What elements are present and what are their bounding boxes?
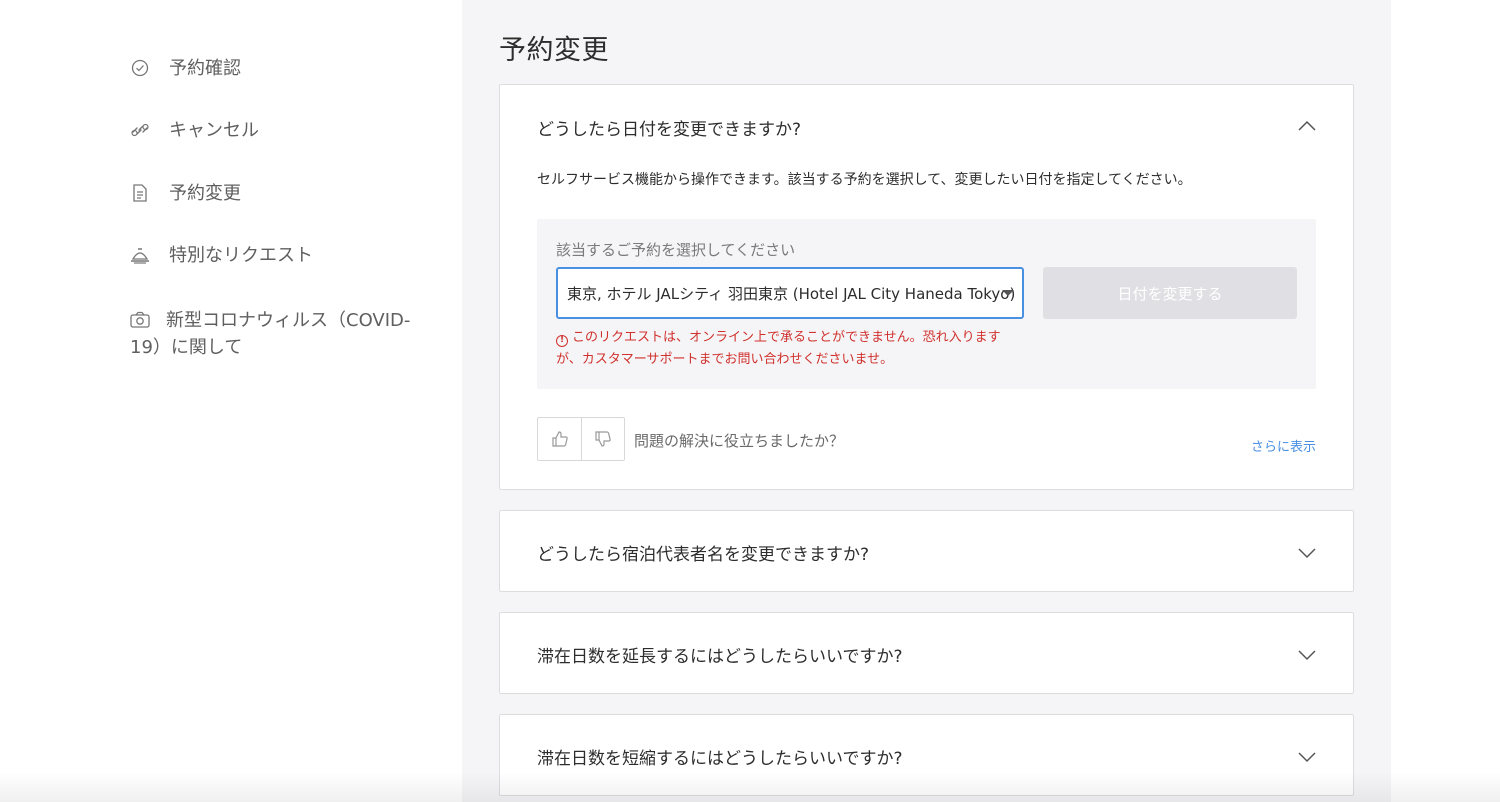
- booking-select[interactable]: 東京, ホテル JALシティ 羽田東京 (Hotel JAL City Hane…: [556, 267, 1024, 319]
- faq-question: 滞在日数を短縮するにはどうしたらいいですか?: [537, 749, 903, 769]
- sidebar-item-label: キャンセル: [169, 120, 259, 141]
- faq-header[interactable]: どうしたら日付を変更できますか?: [500, 85, 1353, 165]
- error-message: ! このリクエストは、オンライン上で承ることができません。恐れ入りますが、カスタマ…: [556, 327, 1026, 371]
- faq-question: どうしたら宿泊代表者名を変更できますか?: [537, 545, 870, 565]
- sidebar-item-change-booking[interactable]: 予約変更: [130, 181, 241, 207]
- faq-question: 滞在日数を延長するにはどうしたらいいですか?: [537, 647, 903, 667]
- caret-down-icon: [1002, 290, 1014, 296]
- chevron-down-icon: [1298, 548, 1316, 559]
- sidebar-item-label: 予約変更: [169, 183, 241, 204]
- sidebar-item-covid[interactable]: 新型コロナウィルス（COVID-19）に関して: [130, 307, 430, 361]
- feedback-question: 問題の解決に役立ちましたか？: [634, 432, 845, 450]
- sidebar-item-cancel[interactable]: キャンセル: [130, 118, 259, 144]
- document-icon: [130, 183, 150, 203]
- chevron-down-icon: [1298, 650, 1316, 661]
- faq-question: どうしたら日付を変更できますか?: [537, 120, 802, 140]
- sidebar-item-label: 特別なリクエスト: [169, 245, 313, 266]
- booking-select-panel: 該当するご予約を選択してください 東京, ホテル JALシティ 羽田東京 (Ho…: [537, 219, 1316, 389]
- thumbs-up-icon: [551, 431, 568, 447]
- feedback-buttons: [537, 417, 625, 461]
- main-content: 予約変更 どうしたら日付を変更できますか? セルフサービス機能から操作できます。…: [462, 0, 1391, 802]
- thumbs-up-button[interactable]: [538, 418, 581, 460]
- faq-answer: セルフサービス機能から操作できます。該当する予約を選択して、変更したい日付を指定…: [537, 172, 1192, 188]
- concierge-bell-icon: [130, 245, 150, 265]
- camera-icon: [130, 310, 150, 330]
- booking-select-value: 東京, ホテル JALシティ 羽田東京 (Hotel JAL City Hane…: [567, 284, 1016, 303]
- broken-link-icon: [130, 120, 150, 140]
- sidebar-item-label: 新型コロナウィルス（COVID-19）に関して: [130, 310, 411, 358]
- faq-card[interactable]: 滞在日数を短縮するにはどうしたらいいですか?: [499, 714, 1354, 796]
- page-title: 予約変更: [499, 35, 609, 66]
- faq-card[interactable]: どうしたら宿泊代表者名を変更できますか?: [499, 510, 1354, 592]
- check-circle-icon: [130, 58, 150, 78]
- thumbs-down-icon: [595, 431, 611, 447]
- alert-circle-icon: !: [556, 335, 568, 347]
- thumbs-down-button[interactable]: [581, 418, 624, 460]
- chevron-up-icon: [1298, 120, 1316, 131]
- show-more-link[interactable]: さらに表示: [1251, 436, 1316, 455]
- sidebar-item-special-request[interactable]: 特別なリクエスト: [130, 243, 313, 269]
- faq-card[interactable]: 滞在日数を延長するにはどうしたらいいですか?: [499, 612, 1354, 694]
- sidebar-item-label: 予約確認: [169, 58, 241, 79]
- change-date-button[interactable]: 日付を変更する: [1043, 267, 1297, 319]
- chevron-down-icon: [1298, 752, 1316, 763]
- sidebar-item-booking-confirmation[interactable]: 予約確認: [130, 56, 241, 82]
- sidebar: 予約確認 キャンセル 予約変更 特別なリクエスト 新型コロナウィルス（COVID…: [0, 0, 462, 802]
- right-margin: [1391, 0, 1500, 802]
- faq-card-expanded: どうしたら日付を変更できますか? セルフサービス機能から操作できます。該当する予…: [499, 84, 1354, 490]
- booking-select-label: 該当するご予約を選択してください: [556, 241, 796, 259]
- error-text: このリクエストは、オンライン上で承ることができません。恐れ入りますが、カスタマー…: [556, 330, 1001, 367]
